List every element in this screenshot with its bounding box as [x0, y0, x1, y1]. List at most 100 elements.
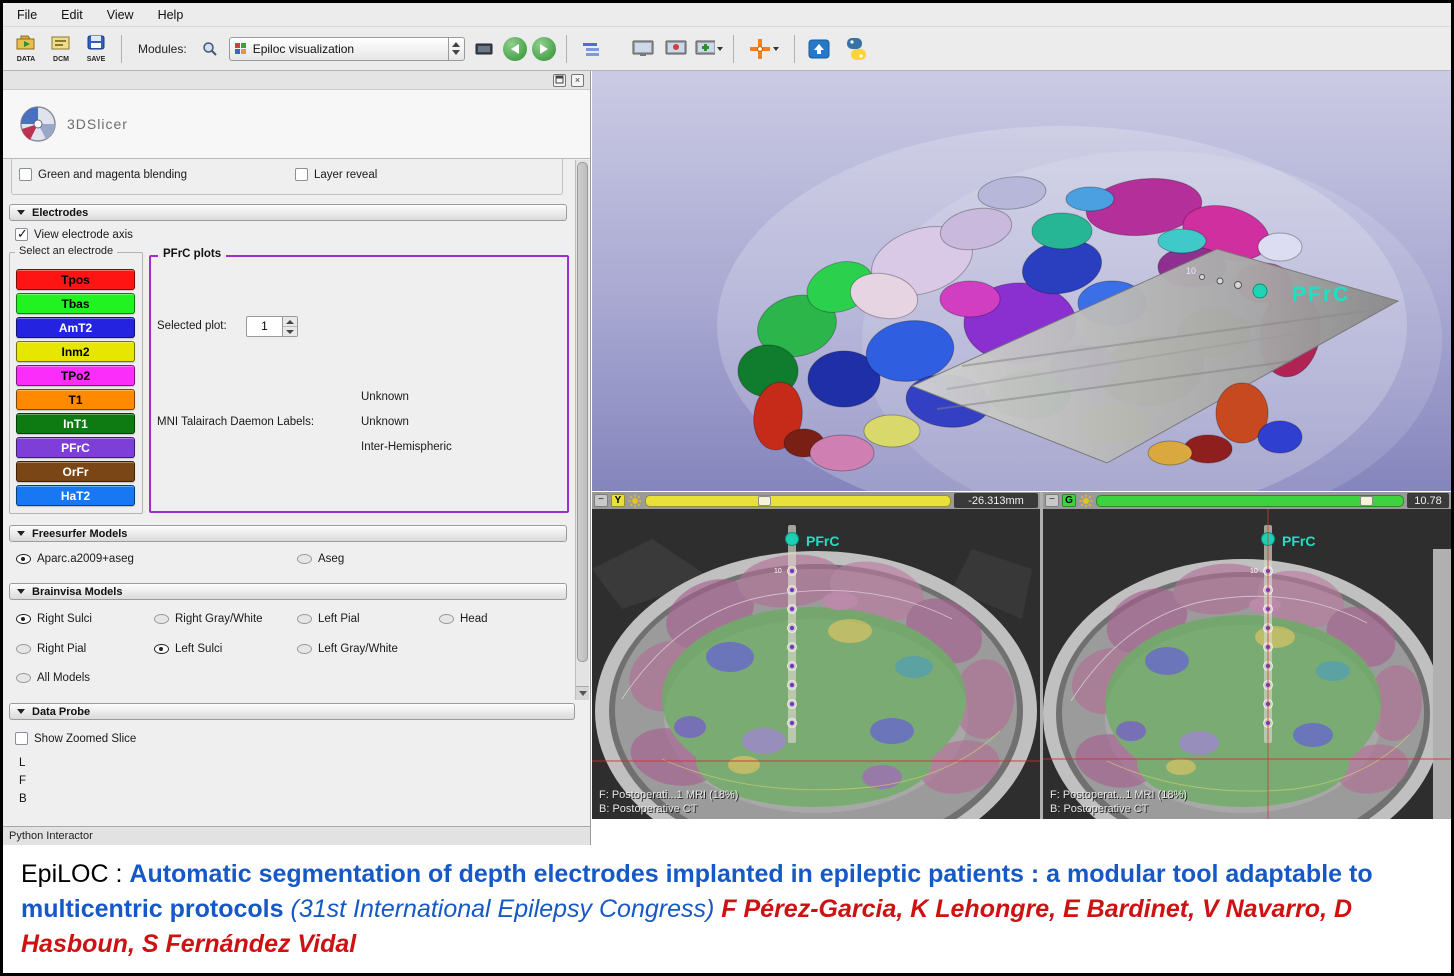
search-icon — [202, 41, 218, 57]
visibility-eye-icon[interactable] — [296, 551, 312, 566]
brainvisa-section-header[interactable]: Brainvisa Models — [9, 583, 567, 600]
banner-prefix: EpiLOC — [21, 860, 109, 888]
green-magenta-checkbox[interactable] — [19, 168, 32, 181]
visibility-eye-icon[interactable] — [15, 641, 31, 656]
load-data-label: DATA — [17, 56, 35, 63]
undock-panel-button[interactable] — [553, 74, 566, 87]
electrode-button-tpo2[interactable]: TPo2 — [16, 365, 135, 386]
show-zoomed-slice-checkbox[interactable] — [15, 732, 28, 745]
crosshair-button[interactable] — [744, 35, 784, 63]
threed-view[interactable]: 10 PFrC — [592, 71, 1451, 491]
model-label: Left Gray/White — [318, 643, 398, 655]
module-list-button[interactable] — [577, 35, 605, 63]
electrode-button-pfrc[interactable]: PFrC — [16, 437, 135, 458]
visibility-eye-icon[interactable] — [15, 551, 31, 566]
electrodes-section-header[interactable]: Electrodes — [9, 204, 567, 221]
load-data-icon — [16, 35, 36, 55]
slider-handle[interactable] — [1360, 496, 1373, 506]
brightness-sun-icon[interactable] — [1079, 494, 1093, 508]
visibility-eye-icon[interactable] — [153, 611, 169, 626]
slice-controller-bars: − Y -26.313mm − G 10.78 — [592, 492, 1451, 509]
collapse-triangle-icon — [17, 589, 25, 594]
collapse-slice-button[interactable]: − — [594, 494, 608, 507]
electrode-button-tpos[interactable]: Tpos — [16, 269, 135, 290]
slicer-window: File Edit View Help DATA DCM SAVE Module… — [0, 0, 1454, 976]
visibility-eye-icon[interactable] — [153, 641, 169, 656]
yellow-slice-view[interactable]: PFrC 10 F: Postoperati...1 MRI (18%) B: … — [592, 509, 1040, 819]
data-probe-section-header[interactable]: Data Probe — [9, 703, 575, 720]
extensions-button[interactable] — [805, 35, 833, 63]
electrode-button-int1[interactable]: InT1 — [16, 413, 135, 434]
toolbar-separator — [733, 35, 734, 63]
green-magenta-label: Green and magenta blending — [38, 169, 187, 181]
model-label: Left Sulci — [175, 643, 222, 655]
electrode-tip-sphere — [1253, 284, 1267, 298]
layer-reveal-checkbox[interactable] — [295, 168, 308, 181]
toolbar-separator — [794, 35, 795, 63]
menu-help[interactable]: Help — [158, 8, 184, 22]
visibility-eye-icon[interactable] — [438, 611, 454, 626]
mni-label-value-2: Unknown — [361, 416, 409, 428]
menu-edit[interactable]: Edit — [61, 8, 83, 22]
menu-view[interactable]: View — [107, 8, 134, 22]
slice-offset-slider[interactable] — [1096, 495, 1404, 507]
visibility-eye-icon[interactable] — [296, 611, 312, 626]
selected-plot-label: Selected plot: — [157, 320, 227, 332]
save-button[interactable]: SAVE — [81, 30, 111, 68]
scrollbar-thumb[interactable] — [577, 162, 588, 662]
electrode-button-inm2[interactable]: Inm2 — [16, 341, 135, 362]
slider-handle[interactable] — [758, 496, 771, 506]
electrodes-section-title: Electrodes — [32, 207, 88, 219]
slice-letter-badge: G — [1062, 494, 1076, 507]
visibility-eye-icon[interactable] — [15, 611, 31, 626]
electrode-button-hat2[interactable]: HaT2 — [16, 485, 135, 506]
brightness-sun-icon[interactable] — [628, 494, 642, 508]
view-electrode-axis-checkbox[interactable] — [15, 228, 28, 241]
visibility-eye-icon[interactable] — [296, 641, 312, 656]
load-data-button[interactable]: DATA — [11, 30, 41, 68]
module-spin-buttons[interactable] — [448, 38, 464, 60]
module-selector[interactable]: Epiloc visualization — [229, 37, 465, 61]
freesurfer-section-title: Freesurfer Models — [32, 528, 127, 540]
forward-button[interactable] — [532, 37, 556, 61]
brain-3d-render: 10 PFrC — [592, 71, 1451, 491]
slice-views: PFrC 10 F: Postoperati...1 MRI (18%) B: … — [592, 509, 1451, 819]
electrode-button-orfr[interactable]: OrFr — [16, 461, 135, 482]
scene-view-button[interactable] — [662, 35, 690, 63]
collapse-slice-button[interactable]: − — [1045, 494, 1059, 507]
panel-scrollbar[interactable] — [575, 160, 589, 700]
slice-offset-slider[interactable] — [645, 495, 951, 507]
python-console-button[interactable] — [838, 35, 874, 63]
spin-down-button[interactable] — [283, 327, 297, 336]
module-search-button[interactable] — [196, 35, 224, 63]
electrode-button-t1[interactable]: T1 — [16, 389, 135, 410]
scene-view-menu-button[interactable] — [695, 35, 723, 63]
model-right-pial-row: Right Pial — [15, 641, 86, 656]
module-history-button[interactable] — [470, 35, 498, 63]
probe-row-f: F — [19, 775, 26, 787]
python-interactor-bar[interactable]: Python Interactor — [3, 826, 590, 845]
dicom-button[interactable]: DCM — [46, 30, 76, 68]
screenshot-button[interactable] — [629, 35, 657, 63]
toolbar-separator — [121, 35, 122, 63]
menubar: File Edit View Help — [3, 3, 1451, 27]
pfrc-plots-title: PFrC plots — [158, 248, 226, 260]
python-icon — [843, 37, 869, 61]
green-slice-view[interactable]: PFrC 10 F: Postoperat...1 MRI (18%) B: P… — [1043, 509, 1451, 819]
scrollbar-down-button[interactable] — [576, 686, 589, 700]
electrode-button-tbas[interactable]: Tbas — [16, 293, 135, 314]
menu-file[interactable]: File — [17, 8, 37, 22]
visibility-eye-icon[interactable] — [15, 670, 31, 685]
forward-arrow-icon — [540, 44, 548, 54]
close-panel-button[interactable]: × — [571, 74, 584, 87]
back-button[interactable] — [503, 37, 527, 61]
model-label: Left Pial — [318, 613, 360, 625]
model-aseg-label: Aseg — [318, 553, 344, 565]
model-aparc-row: Aparc.a2009+aseg — [15, 551, 134, 566]
viewer-area: 10 PFrC − Y -26.313mm − G 10.78 — [592, 71, 1451, 845]
electrode-button-amt2[interactable]: AmT2 — [16, 317, 135, 338]
freesurfer-section-header[interactable]: Freesurfer Models — [9, 525, 567, 542]
collapse-triangle-icon — [17, 709, 25, 714]
spin-up-button[interactable] — [283, 317, 297, 327]
selected-plot-spinbox[interactable]: 1 — [246, 316, 298, 337]
